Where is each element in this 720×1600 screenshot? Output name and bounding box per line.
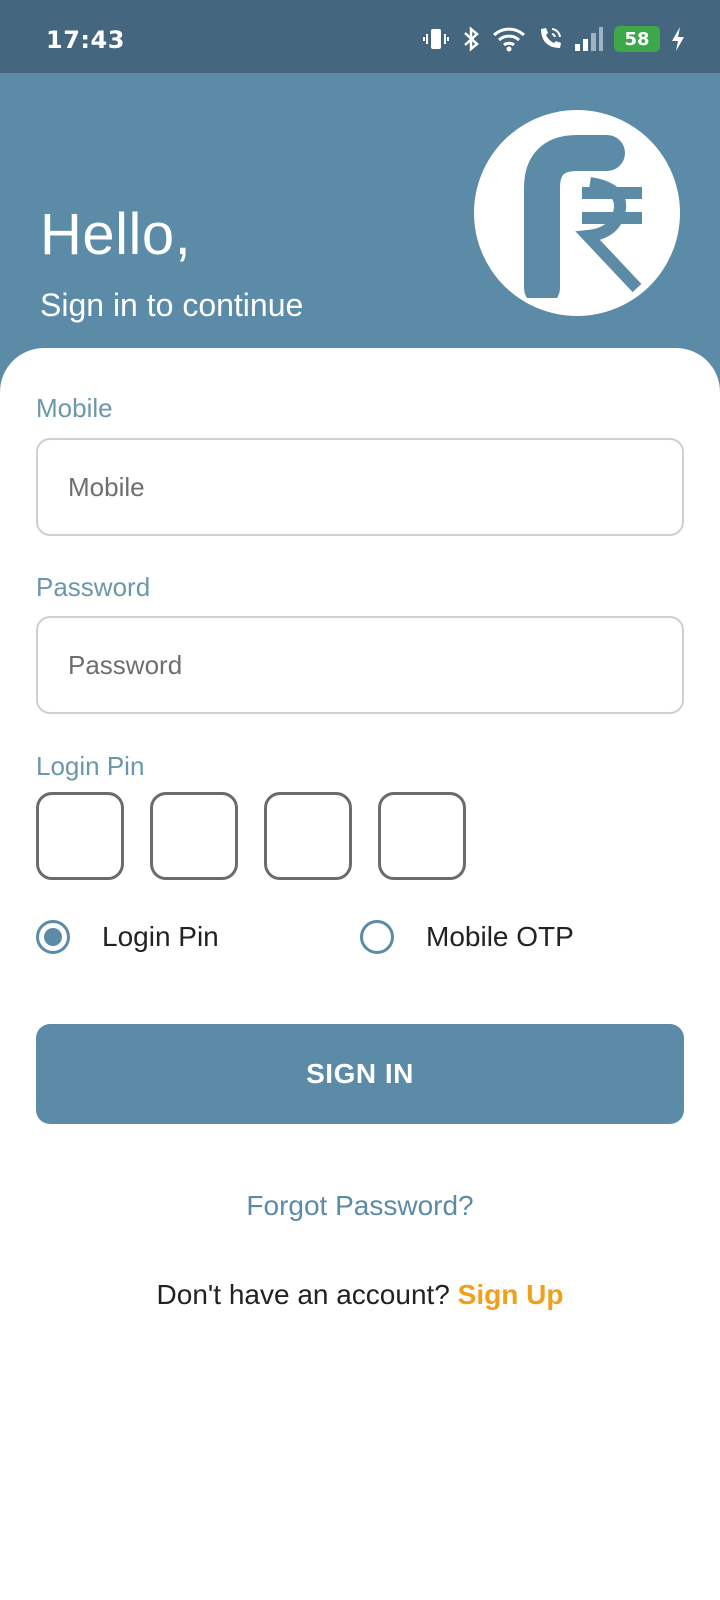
pin-digit-4[interactable] bbox=[378, 792, 466, 880]
password-label: Password bbox=[36, 572, 151, 602]
bluetooth-icon bbox=[460, 25, 482, 53]
forgot-password-link[interactable]: Forgot Password? bbox=[0, 1190, 720, 1222]
greeting-title: Hello, bbox=[40, 202, 192, 267]
password-input[interactable] bbox=[36, 616, 684, 714]
status-bar: 17:43 58 bbox=[0, 0, 720, 73]
status-time: 17:43 bbox=[46, 26, 125, 54]
mobile-input[interactable] bbox=[36, 438, 684, 536]
pin-digit-3[interactable] bbox=[264, 792, 352, 880]
login-pin-radio[interactable] bbox=[36, 920, 70, 954]
charging-icon bbox=[670, 26, 686, 52]
signup-link[interactable]: Sign Up bbox=[458, 1279, 564, 1310]
mobile-label: Mobile bbox=[36, 393, 113, 423]
login-pin-label: Login Pin bbox=[36, 751, 145, 781]
login-pin-option[interactable]: Login Pin bbox=[36, 920, 219, 954]
signup-prompt: Don't have an account? bbox=[156, 1279, 450, 1310]
greeting-subtitle: Sign in to continue bbox=[40, 287, 304, 323]
sign-in-button[interactable]: SIGN IN bbox=[36, 1024, 684, 1124]
wifi-calling-icon bbox=[536, 25, 564, 53]
mobile-otp-option[interactable]: Mobile OTP bbox=[360, 920, 574, 954]
pin-digit-1[interactable] bbox=[36, 792, 124, 880]
login-pin-option-label: Login Pin bbox=[102, 921, 219, 952]
rupee-logo-icon bbox=[524, 135, 642, 298]
signal-icon bbox=[574, 26, 604, 52]
signup-row: Don't have an account? Sign Up bbox=[0, 1279, 720, 1311]
status-icons: 58 bbox=[422, 22, 686, 56]
wifi-icon bbox=[492, 25, 526, 53]
app-logo bbox=[474, 110, 680, 316]
mobile-otp-radio[interactable] bbox=[360, 920, 394, 954]
vibrate-icon bbox=[422, 25, 450, 53]
mobile-otp-option-label: Mobile OTP bbox=[426, 921, 574, 952]
battery-icon: 58 bbox=[614, 26, 660, 52]
pin-digit-2[interactable] bbox=[150, 792, 238, 880]
header: Hello, Sign in to continue bbox=[0, 73, 720, 393]
